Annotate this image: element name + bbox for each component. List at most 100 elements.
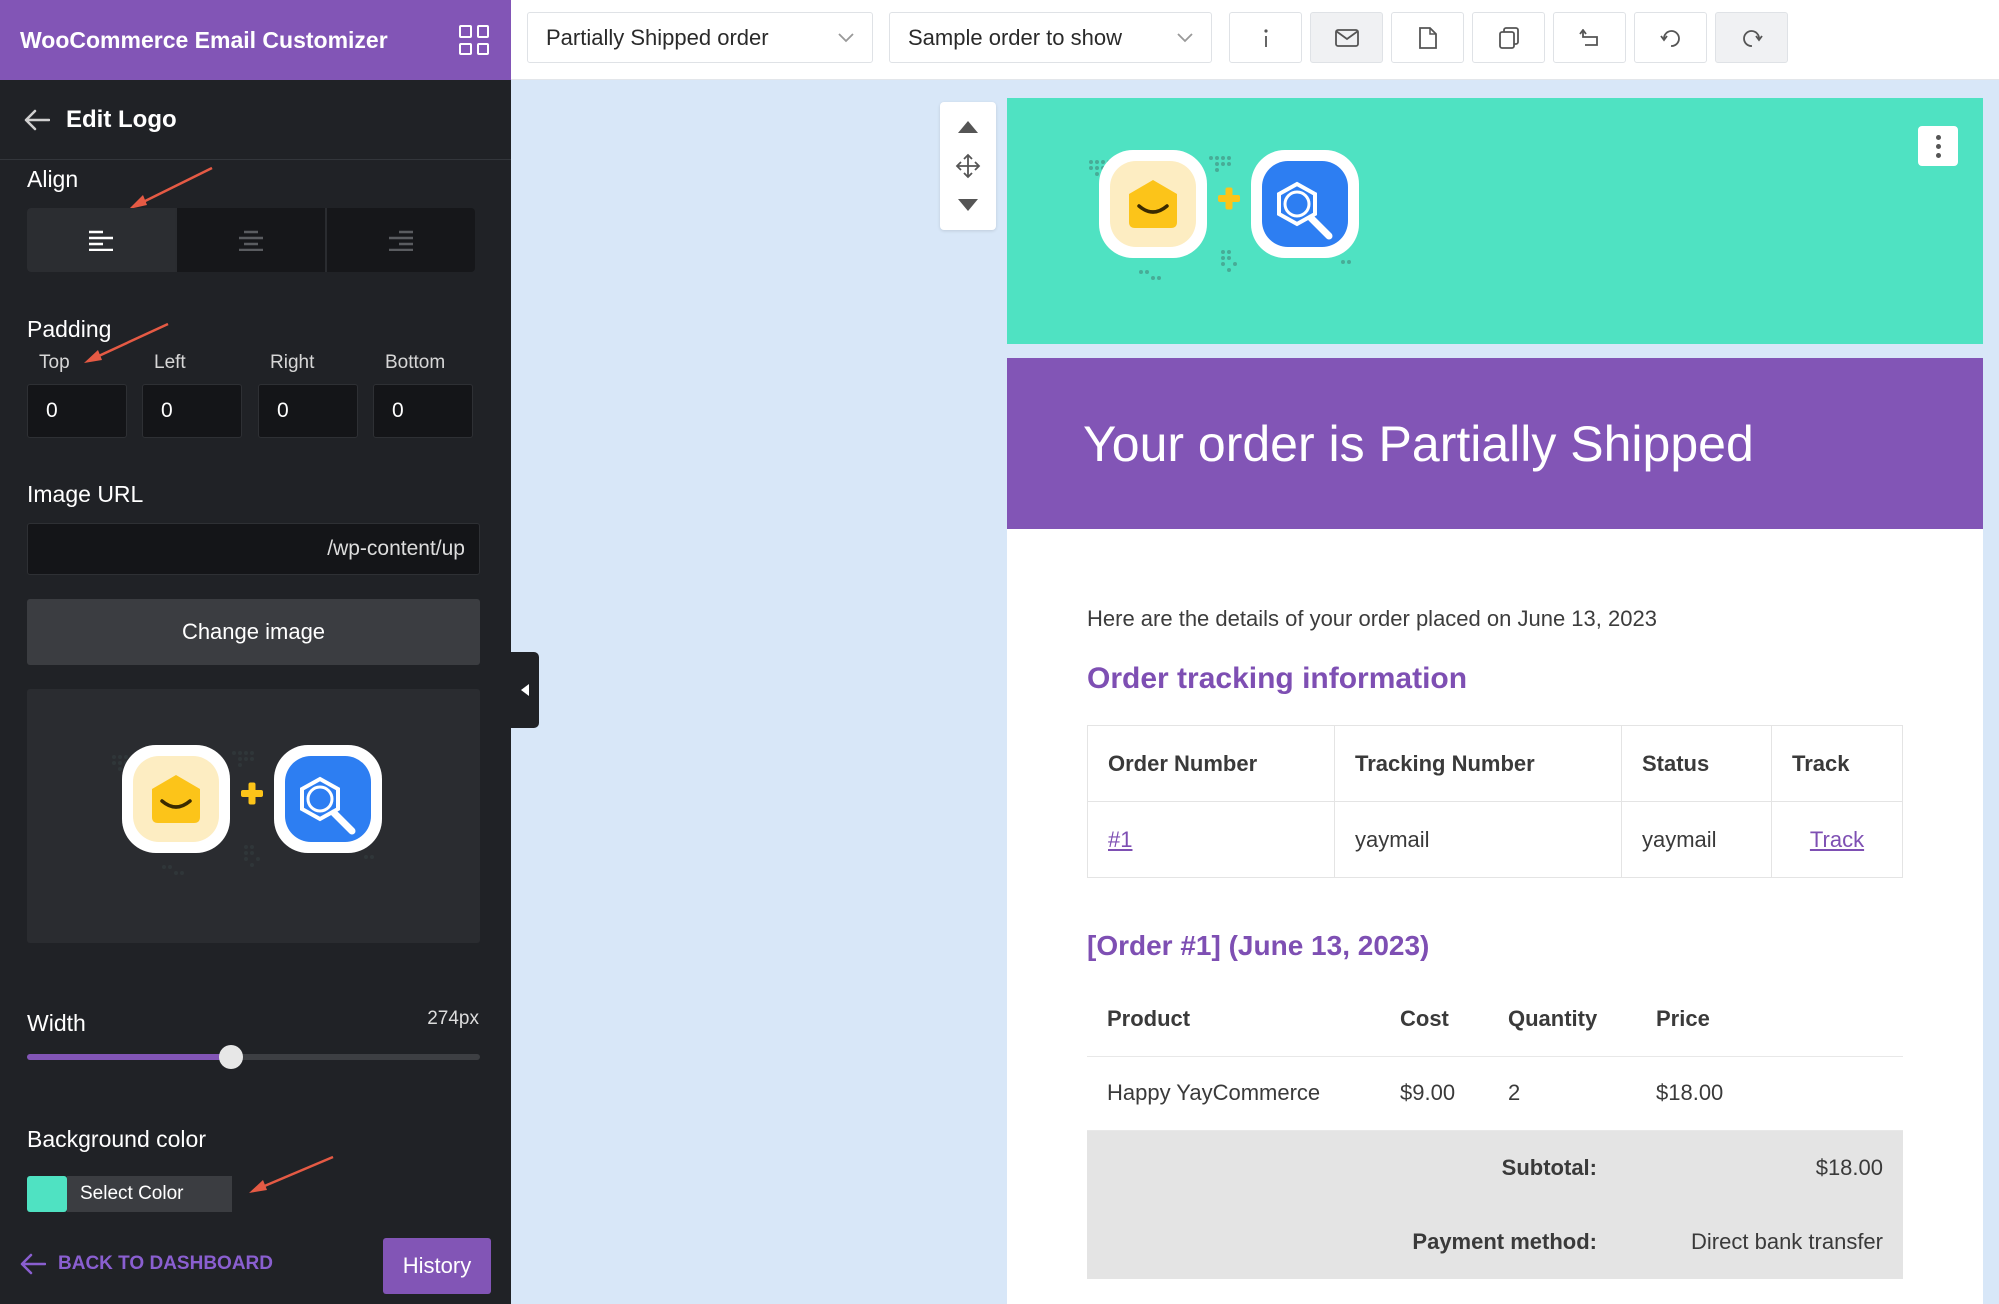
padding-right-input[interactable]: [258, 384, 358, 438]
email-heading: Your order is Partially Shipped: [1083, 415, 1754, 472]
info-icon: [1263, 28, 1268, 47]
width-value: 274px: [427, 1008, 479, 1029]
block-move-control: [940, 102, 996, 230]
order-number-link[interactable]: #1: [1108, 827, 1132, 852]
history-button[interactable]: History: [383, 1238, 491, 1294]
mail-icon: [1334, 28, 1359, 47]
image-url-input[interactable]: [27, 523, 480, 575]
column-header: Cost: [1380, 982, 1488, 1057]
panel-title: Edit Logo: [66, 105, 177, 133]
padding-bottom: Bottom: [373, 352, 473, 438]
back-to-dashboard-link[interactable]: BACK TO DASHBOARD: [20, 1253, 273, 1275]
padding-top-label: Top: [39, 352, 70, 373]
padding-right-label: Right: [270, 352, 315, 373]
sample-order-select[interactable]: Sample order to show: [889, 12, 1212, 63]
caret-left-icon: [521, 684, 529, 696]
width-slider-thumb[interactable]: [218, 1045, 243, 1069]
chevron-down-icon: [1177, 32, 1193, 42]
width-slider[interactable]: [27, 1045, 480, 1069]
undo-icon: [1578, 28, 1598, 46]
panel-header: Edit Logo: [0, 80, 511, 160]
annotation-arrow-icon: [249, 1155, 334, 1193]
background-color-label: Background color: [27, 1126, 206, 1152]
padding-top-input[interactable]: [27, 384, 127, 438]
annotation-arrow-icon: [129, 166, 213, 209]
align-right-button[interactable]: [327, 208, 475, 272]
order-title: [Order #1] (June 13, 2023): [1087, 930, 1430, 961]
preview-document-button[interactable]: [1391, 12, 1464, 63]
table-row: Happy YayCommerce $9.00 2 $18.00: [1087, 1056, 1903, 1131]
payment-method-row: Payment method: Direct bank transfer: [1087, 1205, 1903, 1279]
email-type-select[interactable]: Partially Shipped order: [527, 12, 873, 63]
table-header-row: Order Number Tracking Number Status Trac…: [1087, 725, 1903, 802]
order-intro-text: Here are the details of your order place…: [1087, 606, 1657, 631]
more-options-icon[interactable]: [1918, 126, 1958, 166]
padding-top: Top: [27, 352, 127, 438]
align-left-icon: [89, 230, 113, 251]
width-slider-fill: [27, 1054, 231, 1060]
tracking-number-cell: yaymail: [1334, 801, 1622, 878]
width-label: Width: [27, 1010, 86, 1036]
reset-button[interactable]: [1634, 12, 1707, 63]
email-type-value: Partially Shipped order: [546, 24, 769, 50]
order-number-cell: #1: [1087, 801, 1335, 878]
collapse-sidebar-button[interactable]: [511, 652, 539, 728]
undo-button[interactable]: [1553, 12, 1626, 63]
subtotal-label: Subtotal:: [1501, 1154, 1597, 1180]
track-link[interactable]: Track: [1810, 827, 1864, 852]
logo-preview: [27, 689, 480, 943]
change-image-button[interactable]: Change image: [27, 599, 480, 665]
email-body: Here are the details of your order place…: [1087, 606, 1903, 1279]
align-center-button[interactable]: [177, 208, 327, 272]
column-header: Status: [1621, 725, 1772, 802]
back-arrow-icon[interactable]: [24, 109, 50, 131]
align-left-button[interactable]: [27, 208, 177, 272]
info-button[interactable]: [1229, 12, 1302, 63]
padding-left: Left: [142, 352, 242, 438]
grid-icon[interactable]: [459, 25, 489, 55]
redo-icon: [1742, 29, 1763, 47]
padding-right: Right: [258, 352, 358, 438]
document-icon: [1418, 26, 1437, 49]
status-cell: yaymail: [1621, 801, 1772, 878]
cost-cell: $9.00: [1380, 1056, 1488, 1131]
chevron-down-icon: [838, 32, 854, 42]
order-totals: Subtotal: $18.00 Payment method: Direct …: [1087, 1130, 1903, 1279]
back-to-dashboard-label: BACK TO DASHBOARD: [58, 1253, 273, 1274]
padding-left-label: Left: [154, 352, 186, 373]
email-heading-block[interactable]: Your order is Partially Shipped: [1007, 358, 1983, 529]
redo-button[interactable]: [1715, 12, 1788, 63]
column-header: Price: [1636, 982, 1903, 1057]
app-title: WooCommerce Email Customizer: [20, 26, 388, 53]
align-right-icon: [389, 230, 413, 251]
align-control: [27, 208, 475, 272]
column-header: Quantity: [1488, 982, 1636, 1057]
order-items-table: Product Cost Quantity Price Happy YayCom…: [1087, 982, 1903, 1131]
top-toolbar: Partially Shipped order Sample order to …: [511, 0, 1999, 80]
select-color-button[interactable]: Select Color: [67, 1176, 232, 1212]
quantity-cell: 2: [1488, 1056, 1636, 1131]
padding-left-input[interactable]: [142, 384, 242, 438]
padding-bottom-label: Bottom: [385, 352, 446, 373]
subtotal-row: Subtotal: $18.00: [1087, 1131, 1903, 1205]
track-cell: Track: [1771, 801, 1903, 878]
subtotal-value: $18.00: [1815, 1154, 1883, 1180]
tracking-table: Order Number Tracking Number Status Trac…: [1087, 725, 1903, 878]
price-cell: $18.00: [1636, 1056, 1903, 1131]
move-down-icon[interactable]: [957, 198, 979, 212]
copy-template-button[interactable]: [1472, 12, 1545, 63]
align-label: Align: [27, 166, 79, 192]
column-header: Tracking Number: [1334, 725, 1622, 802]
drag-move-icon[interactable]: [955, 153, 981, 179]
payment-method-label: Payment method:: [1412, 1228, 1597, 1254]
logo-block[interactable]: [1007, 98, 1983, 344]
editor-sidebar: WooCommerce Email Customizer Edit Logo A…: [0, 0, 511, 1304]
payment-method-value: Direct bank transfer: [1691, 1228, 1883, 1254]
color-swatch[interactable]: [27, 1176, 67, 1212]
tracking-title: Order tracking information: [1087, 662, 1468, 695]
align-center-icon: [239, 230, 263, 251]
send-test-email-button[interactable]: [1310, 12, 1383, 63]
padding-bottom-input[interactable]: [373, 384, 473, 438]
move-up-icon[interactable]: [957, 120, 979, 134]
block-spacer: [1007, 344, 1983, 358]
